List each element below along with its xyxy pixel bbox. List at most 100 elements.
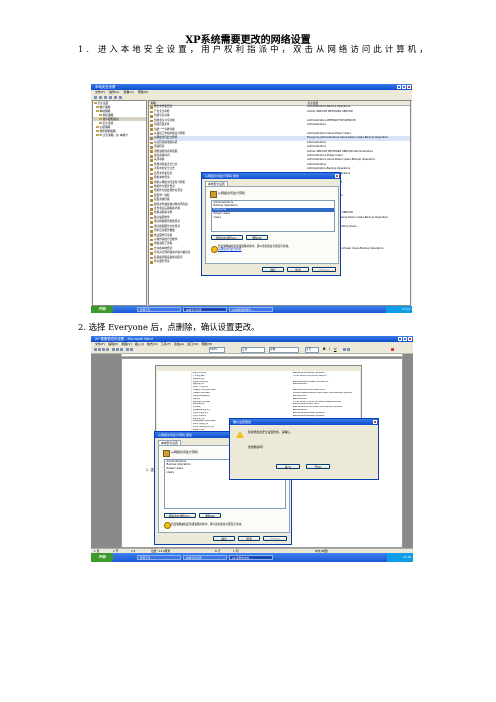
ok-button[interactable]: 确定 bbox=[262, 267, 284, 272]
policy-icon bbox=[150, 194, 153, 198]
embedded-policy-name: 创建页面文件 bbox=[193, 383, 205, 386]
embedded-policy-name: 还原文件和目录 bbox=[193, 414, 207, 417]
policy-icon bbox=[150, 150, 153, 154]
policy-icon bbox=[150, 115, 153, 118]
close-icon[interactable] bbox=[335, 174, 339, 178]
policy-icon bbox=[150, 221, 153, 224]
paste-icon[interactable] bbox=[120, 347, 123, 351]
policy-icon bbox=[150, 190, 153, 193]
show-tree-icon[interactable] bbox=[109, 95, 112, 99]
back-icon[interactable] bbox=[94, 95, 97, 99]
folder-icon bbox=[96, 129, 99, 133]
info-icon bbox=[164, 521, 171, 529]
close-icon[interactable] bbox=[407, 85, 411, 89]
embedded-policy-name: 关闭系统 bbox=[193, 406, 201, 409]
new-icon[interactable] bbox=[94, 347, 97, 351]
accounts-list[interactable]: Administrators Backup Operators Everyone… bbox=[211, 199, 335, 232]
taskbar-item-active[interactable]: 本地安全设置 bbox=[183, 307, 227, 312]
window-title: 本地安全设置 bbox=[95, 85, 116, 89]
forward-icon[interactable] bbox=[99, 95, 102, 99]
confirm-question: 您想继续吗？ bbox=[248, 445, 265, 449]
open-icon[interactable] bbox=[98, 347, 101, 351]
confirm-dialog: 确认设置更改 您将修改此安全设置的值，请确认。 您想继续吗？ 是(Y) 否(N) bbox=[229, 418, 379, 480]
taskbar-item[interactable]: XP系统需要更改... bbox=[229, 307, 273, 312]
add-user-button[interactable]: 添加用户或组(U)... bbox=[211, 234, 243, 240]
bold-button[interactable]: B bbox=[323, 347, 326, 351]
redo-icon[interactable] bbox=[130, 347, 133, 351]
save-icon[interactable] bbox=[102, 347, 105, 351]
add-user-button[interactable]: 添加用户或组(U)... bbox=[164, 512, 196, 518]
start-button[interactable]: 开始 bbox=[91, 306, 113, 313]
close-icon[interactable] bbox=[373, 420, 377, 424]
policy-icon bbox=[150, 106, 153, 109]
policy-icon bbox=[150, 230, 153, 233]
no-button[interactable]: 否(N) bbox=[306, 464, 330, 469]
maximize-icon[interactable] bbox=[402, 85, 406, 89]
policy-icon bbox=[150, 146, 153, 149]
policy-icon bbox=[150, 159, 153, 162]
list-item[interactable]: Users bbox=[212, 215, 334, 220]
help-icon[interactable] bbox=[119, 95, 122, 99]
align-center-icon[interactable] bbox=[347, 347, 350, 351]
close-icon[interactable] bbox=[408, 337, 412, 341]
align-left-icon[interactable] bbox=[343, 347, 346, 351]
print-icon[interactable] bbox=[106, 347, 109, 351]
up-icon[interactable] bbox=[104, 95, 107, 99]
taskbar-item[interactable]: 管理工具 bbox=[137, 555, 181, 560]
cancel-button[interactable]: 取消 bbox=[287, 267, 309, 272]
taskbar-item[interactable]: 管理工具 bbox=[137, 307, 181, 312]
policy-icon bbox=[150, 247, 153, 251]
policy-icon bbox=[150, 172, 153, 176]
export-icon[interactable] bbox=[114, 95, 117, 99]
embedded-policy-name: 产生安全审核 bbox=[193, 374, 205, 377]
minimize-icon[interactable] bbox=[397, 85, 401, 89]
shield-icon bbox=[96, 133, 99, 137]
folder-icon bbox=[99, 117, 102, 121]
tree-item[interactable]: IP 安全策略，在 本地计 bbox=[93, 133, 146, 137]
embedded-policy-name: 调试程序 bbox=[193, 397, 201, 400]
embedded-policy-name: 创建一个令牌对象 bbox=[193, 386, 209, 389]
console-tree: 安全设置 帐户策略 本地策略 审核策略 用户权利指派 安全选项 公钥策略 软件限… bbox=[92, 100, 147, 306]
policy-icon bbox=[150, 154, 153, 158]
folder-icon bbox=[96, 105, 99, 109]
policy-icon bbox=[150, 110, 153, 114]
font-color-icon[interactable] bbox=[391, 347, 394, 351]
remove-button[interactable]: 删除(R) bbox=[199, 512, 221, 518]
policy-icon bbox=[150, 243, 153, 246]
cut-icon[interactable] bbox=[112, 347, 115, 351]
start-button[interactable]: 开始 bbox=[91, 553, 113, 562]
folder-icon bbox=[96, 109, 99, 113]
embedded-policy-name: 从插接工作站中取出计算机 bbox=[193, 389, 216, 392]
maximize-icon[interactable] bbox=[403, 337, 407, 341]
system-tray-clock: 15:14 bbox=[386, 306, 412, 313]
embedded-policy-name: 拒绝作为批处理作业登录 bbox=[193, 426, 214, 429]
italic-button[interactable]: I bbox=[329, 347, 330, 351]
yes-button[interactable]: 是(Y) bbox=[276, 464, 300, 469]
note-link[interactable]: 从网络访问此计算机 bbox=[218, 248, 241, 251]
underline-button[interactable]: U bbox=[334, 347, 336, 351]
embedded-policy-name: 创建永久共享对象 bbox=[193, 380, 209, 383]
folder-icon bbox=[99, 121, 102, 125]
embedded-policy-name: 更改系统时间 bbox=[193, 403, 205, 406]
remove-button[interactable]: 删除(R) bbox=[246, 234, 268, 240]
policy-icon bbox=[150, 185, 153, 189]
policy-name: 作为服务登录 bbox=[154, 260, 170, 264]
policy-icon bbox=[150, 137, 153, 140]
embedded-policy-name: 管理审核和安全日志 bbox=[193, 409, 211, 412]
embedded-policy-name: 从远程系统强制关机 bbox=[193, 394, 211, 397]
taskbar-item-active[interactable]: XP 需要更改的... bbox=[229, 555, 273, 560]
minimize-icon[interactable] bbox=[398, 337, 402, 341]
embedded-policy-name: 拒绝作为服务登录 bbox=[193, 423, 209, 426]
ok-button[interactable]: 确定 bbox=[213, 536, 235, 541]
undo-icon[interactable] bbox=[126, 347, 129, 351]
policy-icon bbox=[210, 190, 217, 198]
policy-icon bbox=[150, 216, 153, 220]
apply-button[interactable]: 应用(A) bbox=[263, 536, 287, 541]
apply-button[interactable]: 应用(A) bbox=[312, 267, 336, 272]
policy-name: 从网络访问此计算机 bbox=[171, 450, 199, 454]
taskbar-item[interactable]: 本地安全设置 bbox=[183, 555, 227, 560]
cancel-button[interactable]: 取消 bbox=[238, 536, 260, 541]
copy-icon[interactable] bbox=[116, 347, 119, 351]
horizontal-ruler[interactable] bbox=[121, 353, 403, 357]
screenshot-local-security: 本地安全设置 文件(F) 操作(A) 查看(V) 帮助(H) 安全设置 帐户策略… bbox=[91, 84, 412, 313]
